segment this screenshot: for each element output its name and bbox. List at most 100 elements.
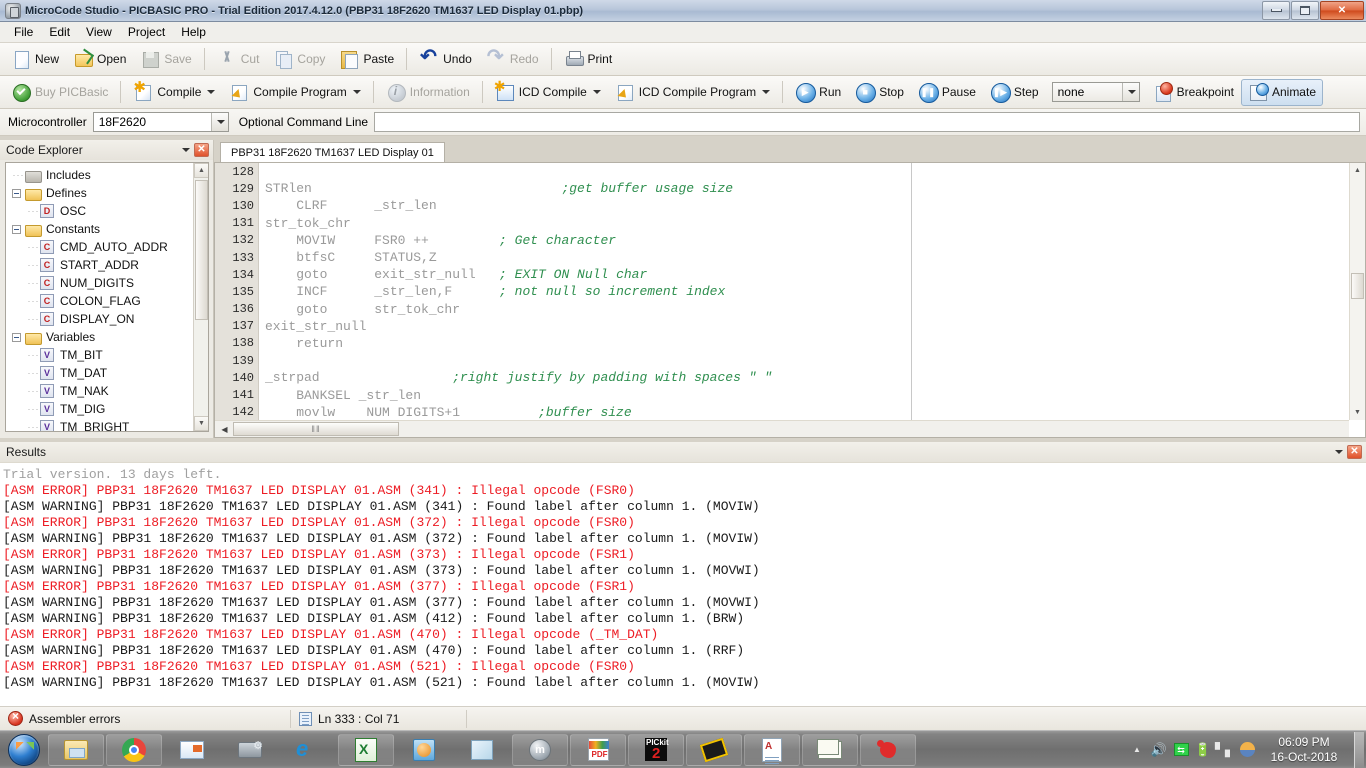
tree-node[interactable]: ···VTM_DIG	[6, 400, 208, 418]
run-button[interactable]: ▶ Run	[788, 79, 848, 106]
start-button[interactable]	[0, 732, 48, 768]
programmer-select[interactable]: none	[1052, 82, 1140, 102]
code-line[interactable]: 131str_tok_chr	[215, 215, 1349, 232]
taskbar-item-microsoft-excel[interactable]: X	[338, 734, 394, 766]
code-line[interactable]: 140_strpad ;right justify by padding wit…	[215, 369, 1349, 386]
copy-button[interactable]: Copy	[266, 46, 332, 73]
redo-button[interactable]: Redo	[479, 46, 546, 73]
chevron-down-icon[interactable]	[211, 113, 228, 131]
taskbar-item-windows-live-mail[interactable]	[164, 734, 220, 766]
editor-vertical-scrollbar[interactable]: ▲ ▼	[1349, 163, 1365, 420]
buy-picbasic-button[interactable]: Buy PICBasic	[4, 79, 115, 106]
tree-node[interactable]: Defines	[6, 184, 208, 202]
save-button[interactable]: Save	[133, 46, 198, 73]
code-line[interactable]: 132 MOVIW FSR0 ++ ; Get character	[215, 232, 1349, 249]
menu-project[interactable]: Project	[120, 23, 173, 41]
taskbar-item-pdf-reader[interactable]: PDF	[570, 734, 626, 766]
compile-program-button[interactable]: Compile Program	[222, 79, 367, 106]
results-close-button[interactable]: ✕	[1347, 445, 1362, 459]
code-editor[interactable]: 128129STRlen ;get buffer usage size130 C…	[214, 162, 1366, 438]
tree-node[interactable]: ···CDISPLAY_ON	[6, 310, 208, 328]
code-explorer-scrollbar[interactable]: ▲ ▼	[193, 163, 208, 431]
new-button[interactable]: New	[4, 46, 66, 73]
menu-view[interactable]: View	[78, 23, 120, 41]
cut-button[interactable]: Cut	[210, 46, 267, 73]
chevron-down-icon[interactable]	[1122, 83, 1139, 101]
volume-icon[interactable]: 🔊	[1148, 735, 1170, 765]
code-line[interactable]: 130 CLRF _str_len	[215, 197, 1349, 214]
code-line[interactable]: 138 return	[215, 335, 1349, 352]
code-line[interactable]: 141 BANKSEL _str_len	[215, 386, 1349, 403]
taskbar-item-internet-explorer[interactable]: e	[280, 734, 336, 766]
panel-menu-chevron-icon[interactable]	[1335, 450, 1343, 454]
tree-node[interactable]: ···VTM_BRIGHT	[6, 418, 208, 432]
code-explorer-tree-container[interactable]: ···IncludesDefines···DOSCConstants···CCM…	[5, 162, 209, 432]
tree-node[interactable]: ···VTM_NAK	[6, 382, 208, 400]
editor-tab-active[interactable]: PBP31 18F2620 TM1637 LED Display 01	[220, 142, 445, 162]
chevron-down-icon[interactable]	[207, 90, 215, 94]
code-line[interactable]: 133 btfsC STATUS,Z	[215, 249, 1349, 266]
breakpoint-button[interactable]: Breakpoint	[1146, 79, 1241, 106]
taskbar-item-google-chrome[interactable]	[106, 734, 162, 766]
network-icon[interactable]: ⇆	[1170, 735, 1192, 765]
open-button[interactable]: Open	[66, 46, 133, 73]
code-line[interactable]: 129STRlen ;get buffer usage size	[215, 180, 1349, 197]
close-button[interactable]: ✕	[1320, 1, 1364, 20]
taskbar-item-pickit2[interactable]: PICkit2	[628, 734, 684, 766]
maximize-button[interactable]	[1291, 1, 1319, 20]
optional-command-line-input[interactable]	[374, 112, 1360, 132]
scrollbar-thumb[interactable]	[1351, 273, 1364, 299]
paste-button[interactable]: Paste	[332, 46, 401, 73]
code-line[interactable]: 136 goto str_tok_chr	[215, 301, 1349, 318]
power-plug-icon[interactable]: 🔋	[1192, 735, 1214, 765]
taskbar-item-wordpad[interactable]: A	[744, 734, 800, 766]
menu-edit[interactable]: Edit	[41, 23, 78, 41]
show-hidden-icons-icon[interactable]: ▲	[1126, 735, 1148, 765]
tree-node[interactable]: ···CSTART_ADDR	[6, 256, 208, 274]
taskbar-item-chip-programmer[interactable]	[686, 734, 742, 766]
code-line[interactable]: 137exit_str_null	[215, 318, 1349, 335]
step-button[interactable]: ❚▶ Step	[983, 79, 1046, 106]
tree-expander-icon[interactable]	[12, 189, 21, 198]
tree-node[interactable]: ···CCOLON_FLAG	[6, 292, 208, 310]
taskbar-item-mikroe-app[interactable]: m	[512, 734, 568, 766]
taskbar-item-inkscape[interactable]	[860, 734, 916, 766]
tree-node[interactable]: Variables	[6, 328, 208, 346]
scrollbar-thumb[interactable]: ‖‖	[233, 422, 399, 436]
code-line[interactable]: 128	[215, 163, 1349, 180]
tree-node[interactable]: ···DOSC	[6, 202, 208, 220]
code-explorer-close-button[interactable]: ✕	[194, 143, 209, 157]
taskbar-clock[interactable]: 06:09 PM 16-Oct-2018	[1258, 735, 1350, 765]
tree-node[interactable]: Constants	[6, 220, 208, 238]
information-button[interactable]: Information	[379, 79, 477, 106]
taskbar-item-notepad[interactable]	[454, 734, 510, 766]
chevron-down-icon[interactable]	[593, 90, 601, 94]
scroll-up-icon[interactable]: ▲	[194, 163, 209, 178]
menu-help[interactable]: Help	[173, 23, 214, 41]
code-line[interactable]: 142 movlw NUM DIGITS+1 ;buffer size	[215, 404, 1349, 420]
taskbar-item-file-folder[interactable]	[802, 734, 858, 766]
menu-file[interactable]: File	[6, 23, 41, 41]
code-lines[interactable]: 128129STRlen ;get buffer usage size130 C…	[215, 163, 1349, 420]
pause-button[interactable]: ❚❚ Pause	[911, 79, 983, 106]
tree-expander-icon[interactable]	[12, 333, 21, 342]
panel-menu-chevron-icon[interactable]	[182, 148, 190, 152]
icd-compile-button[interactable]: ICD Compile	[488, 79, 608, 106]
tree-node[interactable]: ···Includes	[6, 166, 208, 184]
show-desktop-button[interactable]	[1354, 732, 1364, 768]
chevron-down-icon[interactable]	[762, 90, 770, 94]
code-line[interactable]: 139	[215, 352, 1349, 369]
microcontroller-select[interactable]: 18F2620	[93, 112, 229, 132]
stop-button[interactable]: ■ Stop	[848, 79, 911, 106]
taskbar-item-laptop-settings[interactable]: ⚙	[222, 734, 278, 766]
scroll-up-icon[interactable]: ▲	[1350, 163, 1365, 178]
animate-button[interactable]: Animate	[1241, 79, 1323, 106]
tree-expander-icon[interactable]	[12, 225, 21, 234]
scroll-down-icon[interactable]: ▼	[194, 416, 209, 431]
taskbar-item-media-player[interactable]	[396, 734, 452, 766]
print-button[interactable]: Print	[557, 46, 620, 73]
results-output[interactable]: Trial version. 13 days left.[ASM ERROR] …	[0, 463, 1366, 706]
tree-node[interactable]: ···VTM_BIT	[6, 346, 208, 364]
chevron-down-icon[interactable]	[353, 90, 361, 94]
weather-icon[interactable]	[1236, 735, 1258, 765]
